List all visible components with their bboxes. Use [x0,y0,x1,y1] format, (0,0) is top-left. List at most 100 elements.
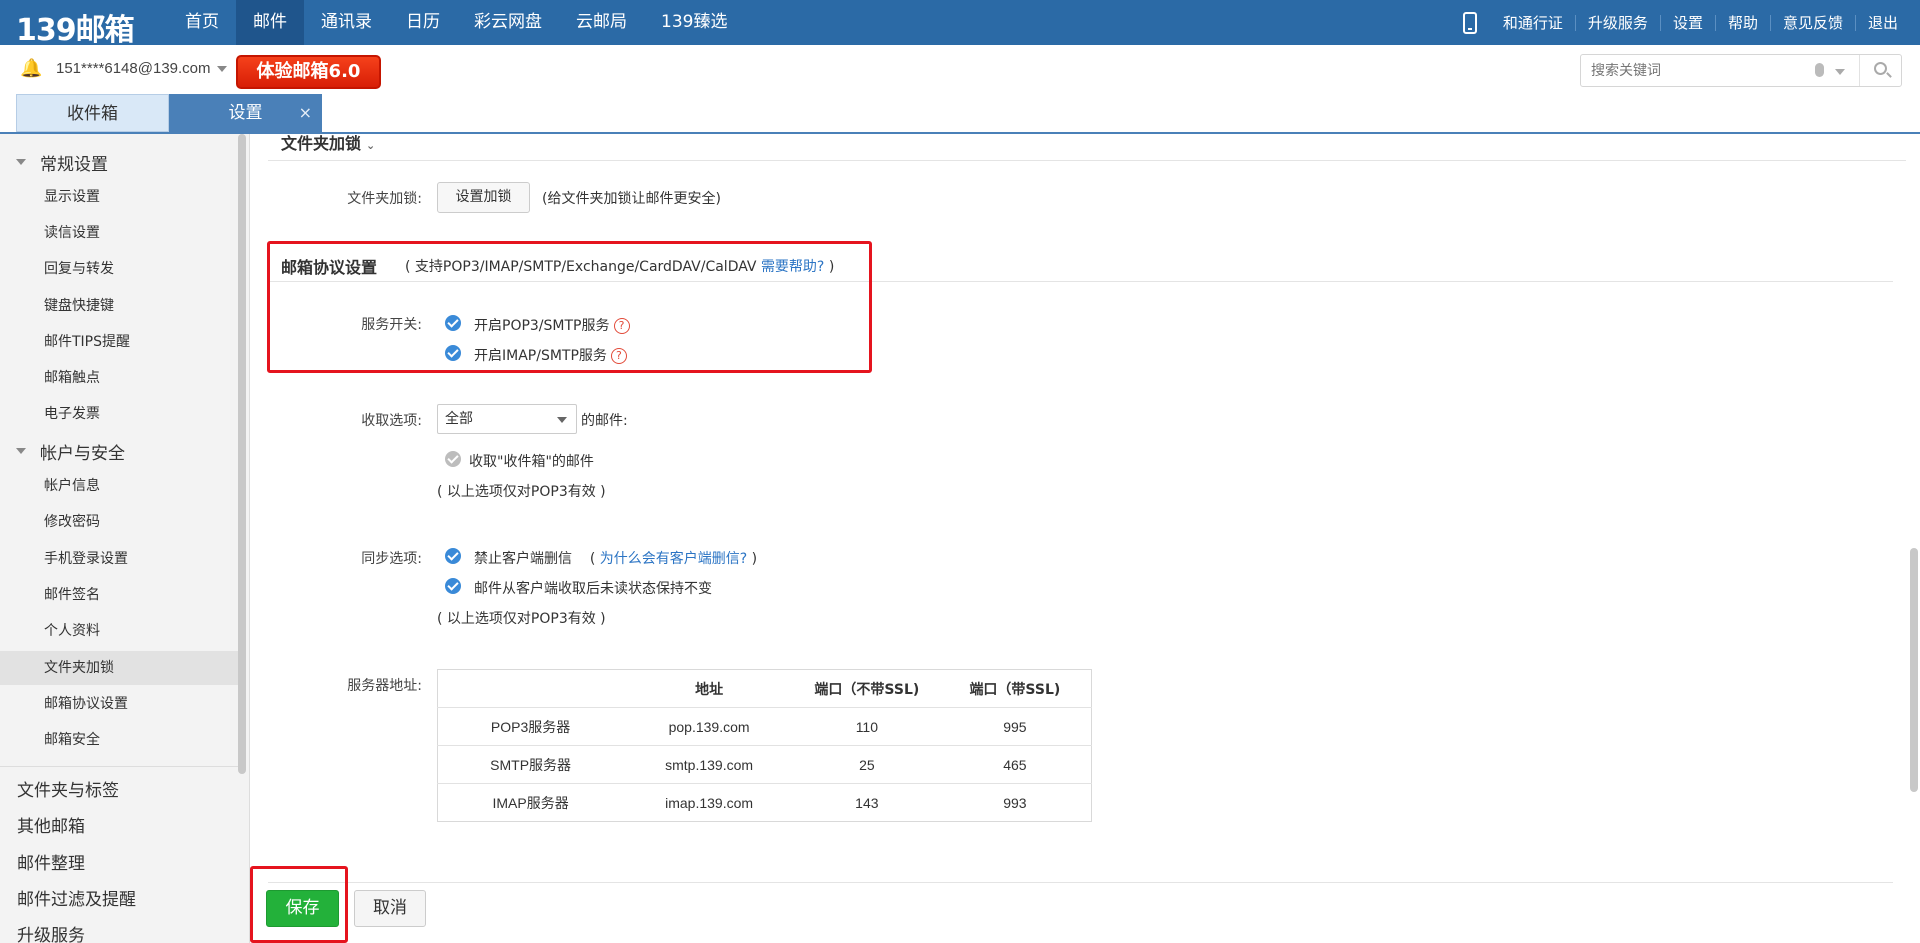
server-ssl-port: 993 [938,783,1092,822]
tab-settings-label: 设置 [228,103,263,123]
main-nav: 首页 邮件 通讯录 日历 彩云网盘 云邮局 139臻选 [168,0,744,45]
account-menu[interactable]: 151****6148@139.com [56,60,227,77]
link-upgrade[interactable]: 升级服务 [1574,14,1660,31]
tab-inbox[interactable]: 收件箱 [16,94,169,132]
divider [268,882,1893,883]
column-header: 端口（不带SSL) [814,681,920,698]
highlight-box [267,241,872,373]
sidebar-item-upgrade[interactable]: 升级服务 [17,921,85,943]
cancel-button[interactable]: 取消 [354,890,426,927]
server-port: 143 [794,783,939,822]
main-scrollbar[interactable] [1910,548,1918,792]
server-port: 25 [794,745,939,784]
sync-options-label: 同步选项: [361,551,422,567]
microphone-icon[interactable] [1815,63,1824,77]
set-lock-button[interactable]: 设置加锁 [437,182,530,213]
nav-home[interactable]: 首页 [168,0,236,45]
sidebar-item-touchpoints[interactable]: 邮箱触点 [0,361,238,395]
phone-icon[interactable] [1462,11,1477,34]
chevron-down-icon [216,66,227,73]
link-passport[interactable]: 和通行证 [1491,15,1575,31]
nav-mail[interactable]: 邮件 [236,0,304,45]
sidebar-item-password[interactable]: 修改密码 [0,505,238,539]
link-feedback[interactable]: 意见反馈 [1769,14,1855,31]
sidebar-item-reply-forward[interactable]: 回复与转发 [0,252,238,286]
top-bar: 139邮箱 首页 邮件 通讯录 日历 彩云网盘 云邮局 139臻选 和通行证 升… [0,0,1920,48]
receive-inbox-checkbox[interactable] [445,451,461,467]
close-icon[interactable]: × [299,94,312,132]
server-port: 110 [794,707,939,746]
keep-unread-checkbox[interactable] [445,578,461,594]
server-address: imap.139.com [623,783,795,822]
chevron-down-icon[interactable] [1835,69,1845,75]
try-mail-6-button[interactable]: 体验邮箱6.0 [236,55,381,89]
column-header [438,670,624,708]
keep-unread-option: 邮件从客户端收取后未读状态保持不变 [474,581,712,597]
server-ssl-port: 995 [938,707,1092,746]
server-address: smtp.139.com [623,745,795,784]
caret-down-icon [16,448,26,454]
receive-options-label: 收取选项: [361,413,422,429]
server-name: SMTP服务器 [437,745,624,784]
sidebar-item-shortcuts[interactable]: 键盘快捷键 [0,289,238,323]
highlight-box [250,866,348,943]
receive-scope-select[interactable]: 全部 [437,404,577,434]
search-box [1580,54,1902,87]
sidebar-item-display[interactable]: 显示设置 [0,180,238,214]
nav-contacts[interactable]: 通讯录 [304,0,389,45]
sidebar-item-mail-organize[interactable]: 邮件整理 [17,849,85,874]
column-header: 地址 [695,681,724,698]
sidebar-item-filters[interactable]: 邮件过滤及提醒 [17,885,136,910]
link-logout[interactable]: 退出 [1854,14,1910,31]
sidebar-item-profile[interactable]: 个人资料 [0,614,238,648]
sidebar-item-reading[interactable]: 读信设置 [0,216,238,250]
server-name: IMAP服务器 [437,783,624,822]
sidebar-item-tips[interactable]: 邮件TIPS提醒 [0,325,238,359]
table-row: POP3服务器 pop.139.com 110 995 [437,707,1092,746]
sync-note: ( 以上选项仅对POP3有效 ) [437,611,606,627]
link-help[interactable]: 帮助 [1714,14,1770,31]
sidebar-item-phone-login[interactable]: 手机登录设置 [0,542,238,576]
nav-139-select[interactable]: 139臻选 [644,0,744,45]
sidebar-scrollbar[interactable] [238,134,246,774]
column-header: 端口（带SSL) [969,681,1061,698]
tab-settings[interactable]: 设置 × [169,94,322,132]
sidebar-item-protocol[interactable]: 邮箱协议设置 [0,687,238,721]
server-address: pop.139.com [623,707,795,746]
sidebar-item-mail-security[interactable]: 邮箱安全 [0,723,238,757]
sidebar-item-account-info[interactable]: 帐户信息 [0,469,238,503]
logo[interactable]: 139邮箱 [16,5,135,49]
chevron-down-icon [557,417,567,423]
tab-bar: 收件箱 设置 × [16,94,322,132]
folder-lock-label: 文件夹加锁: [347,191,422,207]
search-input[interactable] [1589,61,1809,81]
sidebar-item-signature[interactable]: 邮件签名 [0,578,238,612]
search-button[interactable] [1859,55,1902,86]
divider [268,160,1906,161]
prevent-delete-option: 禁止客户端删信 ( 为什么会有客户端删信? ) [474,551,758,567]
server-ssl-port: 465 [938,745,1092,784]
sidebar-item-invoice[interactable]: 电子发票 [0,397,238,431]
receive-suffix: 的邮件: [581,413,628,429]
nav-cloud-drive[interactable]: 彩云网盘 [457,0,559,45]
nav-cloud-post[interactable]: 云邮局 [559,0,644,45]
bell-icon[interactable]: 🔔 [20,58,42,79]
sidebar-item-other-mail[interactable]: 其他邮箱 [17,812,85,837]
why-delete-link[interactable]: 为什么会有客户端删信? [600,551,747,567]
table-header-row: 地址 端口（不带SSL) 端口（带SSL) [438,670,1092,708]
nav-calendar[interactable]: 日历 [389,0,457,45]
account-email: 151****6148@139.com [56,60,211,77]
table-row: IMAP服务器 imap.139.com 143 993 [437,783,1092,822]
prevent-delete-checkbox[interactable] [445,548,461,564]
top-right-links: 和通行证 升级服务 设置 帮助 意见反馈 退出 [1462,0,1910,45]
table-row: SMTP服务器 smtp.139.com 25 465 [437,745,1092,784]
folder-lock-hint: (给文件夹加锁让邮件更安全) [542,191,721,207]
sidebar-item-folders-tags[interactable]: 文件夹与标签 [17,776,119,801]
server-address-label: 服务器地址: [347,678,422,694]
sidebar-item-folder-lock[interactable]: 文件夹加锁 [0,651,238,685]
settings-sidebar: 常规设置 显示设置 读信设置 回复与转发 键盘快捷键 邮件TIPS提醒 邮箱触点… [0,134,250,943]
sidebar-group-account-security[interactable]: 帐户与安全 [16,439,125,464]
server-name: POP3服务器 [437,707,624,746]
link-settings[interactable]: 设置 [1659,14,1715,31]
sidebar-group-general[interactable]: 常规设置 [16,150,108,175]
